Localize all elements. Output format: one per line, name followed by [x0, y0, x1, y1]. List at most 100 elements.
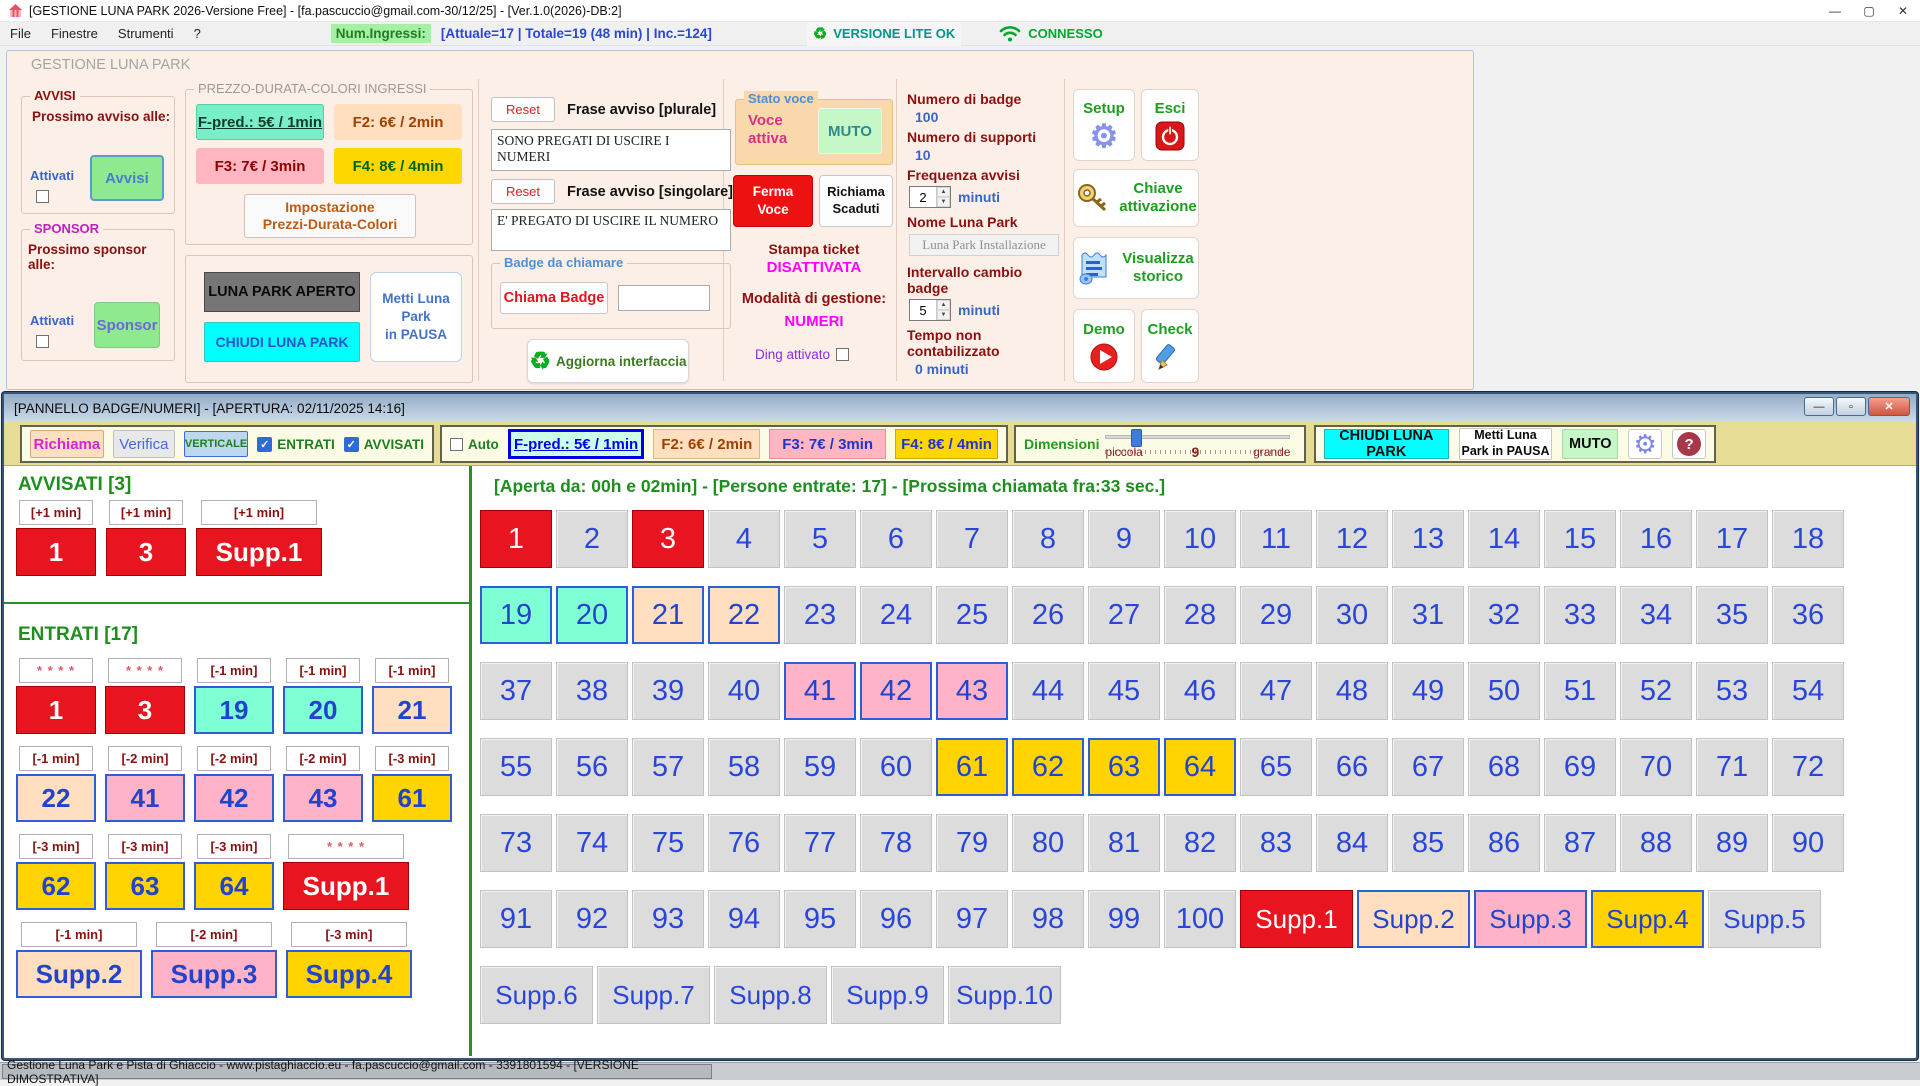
- badge-cell-61[interactable]: 61: [936, 738, 1008, 796]
- ding-checkbox[interactable]: [836, 348, 849, 361]
- badge-cell-23[interactable]: 23: [784, 586, 856, 644]
- badge-cell-97[interactable]: 97: [936, 890, 1008, 948]
- badge-cell-100[interactable]: 100: [1164, 890, 1236, 948]
- badge-item-22[interactable]: [-1 min]22: [16, 746, 96, 822]
- muto-toolbar-button[interactable]: MUTO: [1562, 429, 1618, 459]
- badge-cell-33[interactable]: 33: [1544, 586, 1616, 644]
- badge-cell-27[interactable]: 27: [1088, 586, 1160, 644]
- spin-down-icon[interactable]: ▼: [937, 310, 950, 320]
- frase-plurale-input[interactable]: SONO PREGATI DI USCIRE I NUMERI: [491, 129, 731, 171]
- badge-item-3[interactable]: * * * *3: [105, 658, 185, 734]
- badge-item-value[interactable]: Supp.3: [151, 950, 277, 998]
- menu-strumenti[interactable]: Strumenti: [108, 23, 184, 44]
- badge-item-19[interactable]: [-1 min]19: [194, 658, 274, 734]
- badge-cell-85[interactable]: 85: [1392, 814, 1464, 872]
- close-button[interactable]: ✕: [1886, 0, 1920, 22]
- badge-cell-14[interactable]: 14: [1468, 510, 1540, 568]
- badge-cell-1[interactable]: 1: [480, 510, 552, 568]
- badge-item-value[interactable]: 1: [16, 686, 96, 734]
- badge-item-1[interactable]: * * * *1: [16, 658, 96, 734]
- badge-cell-20[interactable]: 20: [556, 586, 628, 644]
- badge-cell-75[interactable]: 75: [632, 814, 704, 872]
- badge-cell-71[interactable]: 71: [1696, 738, 1768, 796]
- minimize-button[interactable]: —: [1818, 0, 1852, 22]
- badge-cell-15[interactable]: 15: [1544, 510, 1616, 568]
- menu-help[interactable]: ?: [184, 23, 211, 44]
- w2-maximize-button[interactable]: ▫: [1836, 397, 1866, 416]
- badge-cell-Supp.1[interactable]: Supp.1: [1240, 890, 1353, 948]
- badge-cell-73[interactable]: 73: [480, 814, 552, 872]
- badge-item-value[interactable]: 64: [194, 862, 274, 910]
- badge-item-value[interactable]: 3: [105, 686, 185, 734]
- badge-cell-69[interactable]: 69: [1544, 738, 1616, 796]
- settings-button[interactable]: ⚙: [1628, 429, 1662, 459]
- badge-item-1[interactable]: [+1 min]1: [16, 500, 96, 576]
- f4-price-button[interactable]: F4: 8€ / 4min: [334, 148, 462, 184]
- menu-finestre[interactable]: Finestre: [41, 23, 108, 44]
- badge-cell-59[interactable]: 59: [784, 738, 856, 796]
- badge-item-64[interactable]: [-3 min]64: [194, 834, 274, 910]
- badge-cell-25[interactable]: 25: [936, 586, 1008, 644]
- chiudi-luna-park-button[interactable]: CHIUDI LUNA PARK: [204, 322, 360, 362]
- badge-cell-Supp.7[interactable]: Supp.7: [597, 966, 710, 1024]
- verifica-button[interactable]: Verifica: [113, 430, 175, 458]
- badge-cell-70[interactable]: 70: [1620, 738, 1692, 796]
- entrati-checkbox[interactable]: ✓: [257, 437, 272, 452]
- fpred-toolbar-button[interactable]: F-pred.: 5€ / 1min: [508, 429, 645, 459]
- demo-button[interactable]: Demo: [1073, 309, 1135, 383]
- badge-item-value[interactable]: 63: [105, 862, 185, 910]
- badge-cell-62[interactable]: 62: [1012, 738, 1084, 796]
- badge-cell-60[interactable]: 60: [860, 738, 932, 796]
- badge-item-value[interactable]: 3: [106, 528, 186, 576]
- muto-button[interactable]: MUTO: [818, 108, 882, 154]
- sponsor-attivati-checkbox[interactable]: [36, 335, 49, 348]
- badge-cell-49[interactable]: 49: [1392, 662, 1464, 720]
- badge-cell-31[interactable]: 31: [1392, 586, 1464, 644]
- badge-cell-28[interactable]: 28: [1164, 586, 1236, 644]
- badge-cell-37[interactable]: 37: [480, 662, 552, 720]
- badge-cell-93[interactable]: 93: [632, 890, 704, 948]
- badge-cell-63[interactable]: 63: [1088, 738, 1160, 796]
- badge-cell-52[interactable]: 52: [1620, 662, 1692, 720]
- badge-item-value[interactable]: Supp.2: [16, 950, 142, 998]
- badge-cell-34[interactable]: 34: [1620, 586, 1692, 644]
- badge-cell-90[interactable]: 90: [1772, 814, 1844, 872]
- badge-cell-22[interactable]: 22: [708, 586, 780, 644]
- avvisi-attivati-checkbox[interactable]: [36, 190, 49, 203]
- badge-item-value[interactable]: 42: [194, 774, 274, 822]
- badge-cell-67[interactable]: 67: [1392, 738, 1464, 796]
- esci-button[interactable]: Esci: [1141, 89, 1199, 161]
- badge-cell-78[interactable]: 78: [860, 814, 932, 872]
- badge-cell-92[interactable]: 92: [556, 890, 628, 948]
- badge-item-43[interactable]: [-2 min]43: [283, 746, 363, 822]
- f2-toolbar-button[interactable]: F2: 6€ / 2min: [653, 429, 760, 459]
- badge-cell-Supp.4[interactable]: Supp.4: [1591, 890, 1704, 948]
- badge-item-value[interactable]: Supp.1: [283, 862, 409, 910]
- badge-item-value[interactable]: Supp.1: [196, 528, 322, 576]
- badge-cell-21[interactable]: 21: [632, 586, 704, 644]
- badge-item-Supp.3[interactable]: [-2 min]Supp.3: [151, 922, 277, 998]
- badge-cell-Supp.2[interactable]: Supp.2: [1357, 890, 1470, 948]
- badge-cell-6[interactable]: 6: [860, 510, 932, 568]
- badge-cell-9[interactable]: 9: [1088, 510, 1160, 568]
- badge-cell-35[interactable]: 35: [1696, 586, 1768, 644]
- badge-cell-84[interactable]: 84: [1316, 814, 1388, 872]
- badge-item-63[interactable]: [-3 min]63: [105, 834, 185, 910]
- badge-cell-5[interactable]: 5: [784, 510, 856, 568]
- badge-item-61[interactable]: [-3 min]61: [372, 746, 452, 822]
- badge-cell-24[interactable]: 24: [860, 586, 932, 644]
- badge-cell-46[interactable]: 46: [1164, 662, 1236, 720]
- badge-cell-98[interactable]: 98: [1012, 890, 1084, 948]
- badge-cell-12[interactable]: 12: [1316, 510, 1388, 568]
- badge-cell-89[interactable]: 89: [1696, 814, 1768, 872]
- badge-cell-66[interactable]: 66: [1316, 738, 1388, 796]
- reset-plurale-button[interactable]: Reset: [491, 97, 555, 122]
- badge-item-value[interactable]: 22: [16, 774, 96, 822]
- badge-cell-56[interactable]: 56: [556, 738, 628, 796]
- badge-item-value[interactable]: 43: [283, 774, 363, 822]
- badge-cell-68[interactable]: 68: [1468, 738, 1540, 796]
- impostazione-prezzi-button[interactable]: Impostazione Prezzi-Durata-Colori: [244, 194, 416, 238]
- badge-item-value[interactable]: 21: [372, 686, 452, 734]
- badge-cell-81[interactable]: 81: [1088, 814, 1160, 872]
- badge-cell-11[interactable]: 11: [1240, 510, 1312, 568]
